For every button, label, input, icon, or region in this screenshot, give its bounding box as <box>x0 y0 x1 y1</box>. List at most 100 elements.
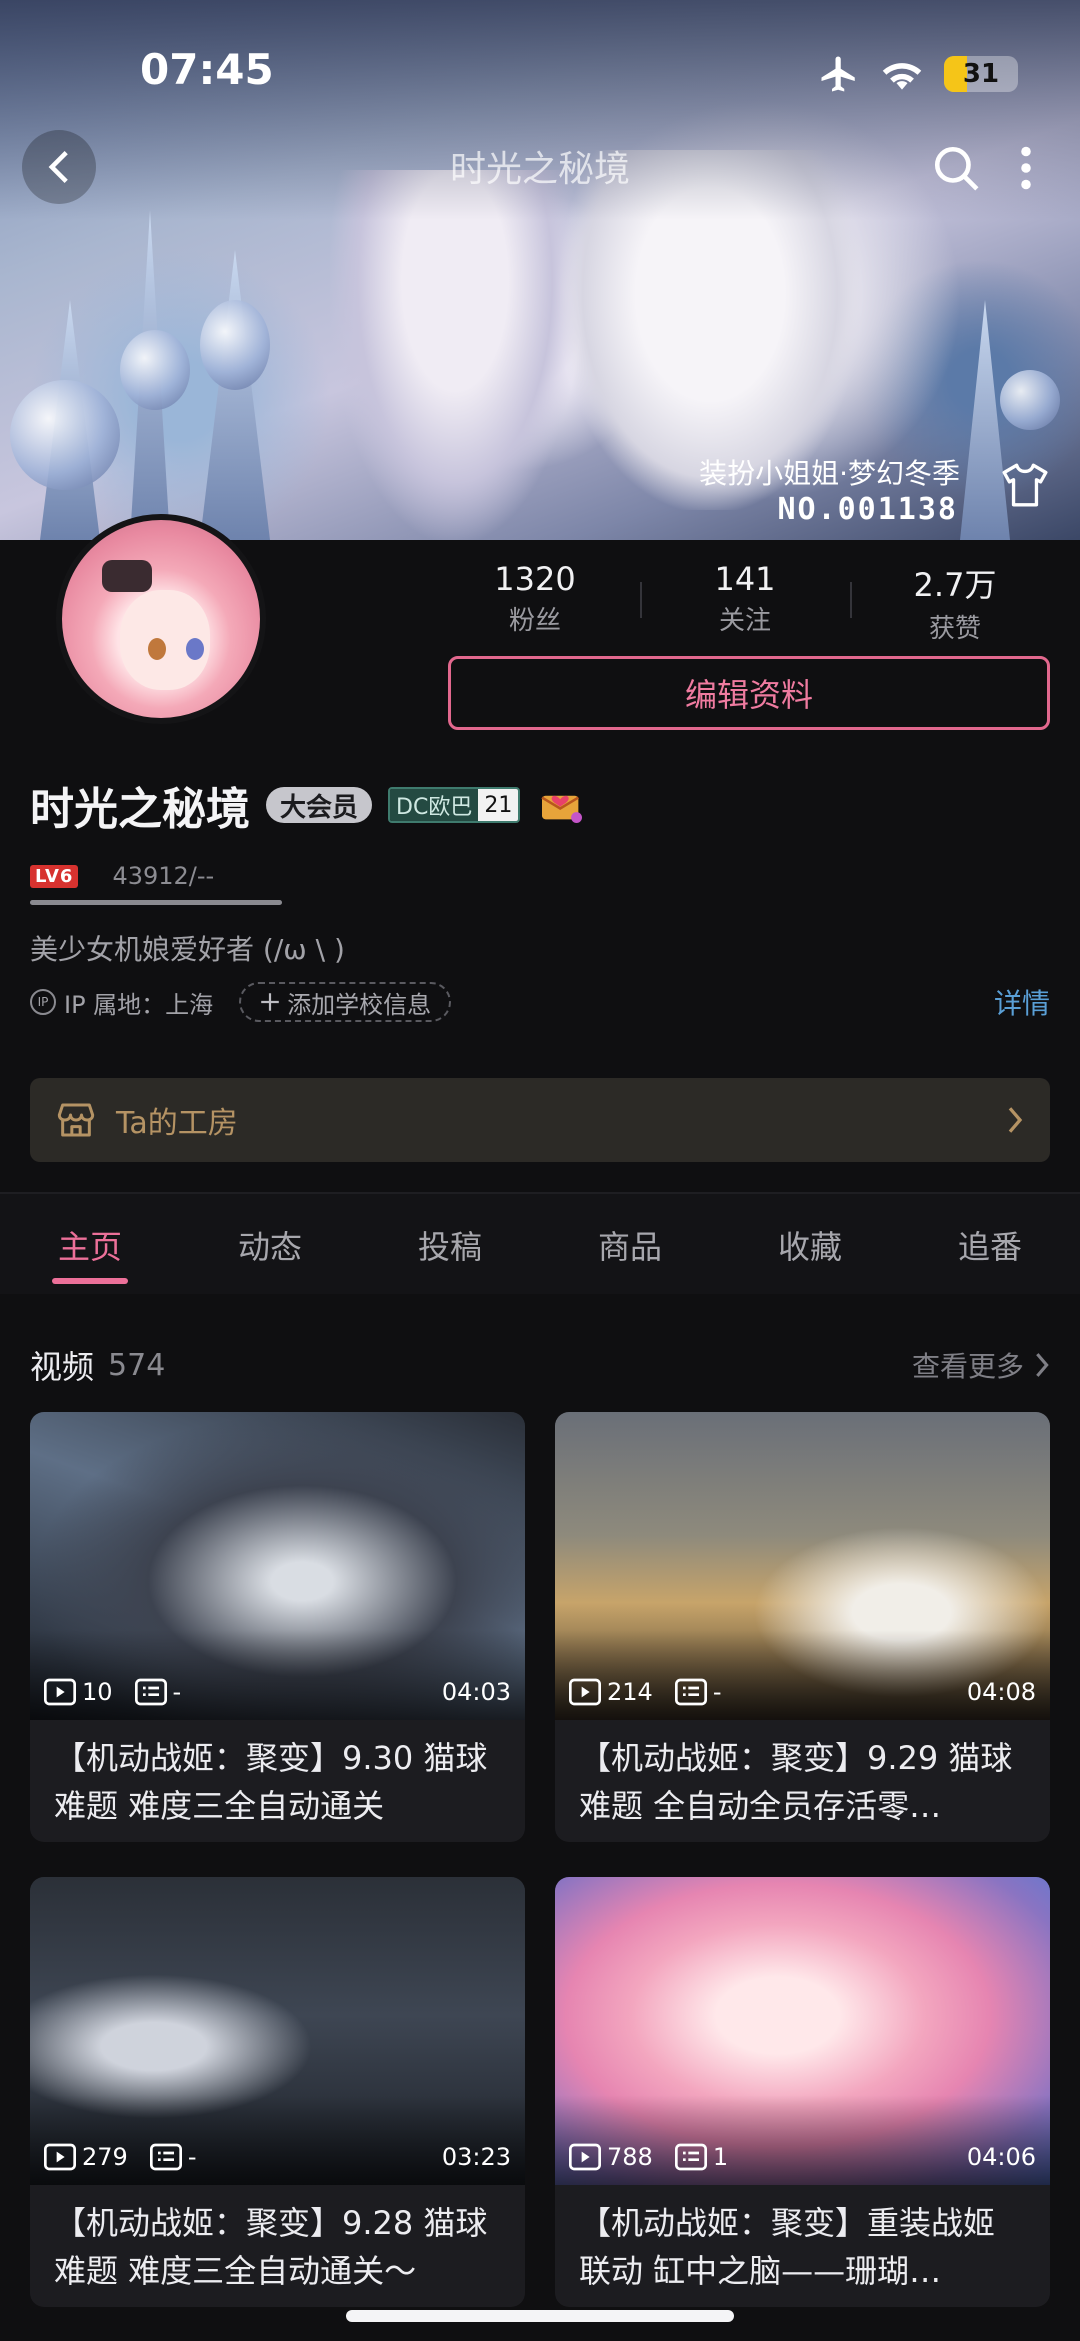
workshop-label: Ta的工房 <box>116 1106 238 1141</box>
search-icon <box>934 146 979 191</box>
video-thumbnail: 214 - 04:08 <box>555 1412 1050 1720</box>
see-more-link[interactable]: 查看更多 <box>912 1345 1050 1385</box>
more-vertical-icon <box>1021 146 1031 190</box>
top-nav: 时光之秘境 <box>0 130 1080 204</box>
play-count-icon <box>44 1678 76 1706</box>
play-count: 10 <box>82 1678 113 1706</box>
ip-icon: IP <box>30 989 56 1015</box>
chevron-right-icon <box>1036 1353 1049 1377</box>
tab-goods[interactable]: 商品 <box>540 1194 720 1294</box>
level-row: LV6 43912/-- <box>30 862 214 890</box>
more-button[interactable] <box>994 136 1058 200</box>
videos-header: 视频 574 查看更多 <box>30 1340 1050 1390</box>
play-count: 214 <box>607 1678 653 1706</box>
play-count-icon <box>44 2143 76 2171</box>
edit-profile-button[interactable]: 编辑资料 <box>448 656 1050 730</box>
level-badge: LV6 <box>30 864 79 888</box>
video-card[interactable]: 214 - 04:08 【机动战姬：聚变】9.29 猫球难题 全自动全员存活零… <box>555 1412 1050 1842</box>
profile-banner[interactable]: 07:45 31 时光之秘境 装扮小姐姐·梦幻冬季 NO.001138 <box>0 0 1080 540</box>
danmaku-icon <box>149 2143 182 2171</box>
page-title: 时光之秘境 <box>449 149 630 190</box>
wifi-icon <box>882 63 922 90</box>
banner-girl-illustration <box>330 170 580 540</box>
tab-dynamics[interactable]: 动态 <box>180 1194 360 1294</box>
profile-stats: 1320 粉丝 141 关注 2.7万 获赞 <box>430 560 1060 644</box>
decoration-button[interactable] <box>1000 462 1050 512</box>
chevron-right-icon <box>1008 1107 1023 1133</box>
decoration-number: NO.001138 <box>777 492 958 527</box>
tshirt-icon <box>1002 463 1048 507</box>
followers-label: 粉丝 <box>508 606 561 636</box>
danmaku-count: - <box>712 1678 722 1706</box>
video-title: 【机动战姬：聚变】9.28 猫球难题 难度三全自动通关～ <box>54 2204 488 2290</box>
home-indicator[interactable] <box>346 2310 734 2322</box>
experience-bar <box>30 900 282 905</box>
play-count: 788 <box>607 2143 653 2171</box>
avatar[interactable] <box>56 514 266 724</box>
video-duration: 03:23 <box>441 2143 511 2171</box>
airplane-icon <box>821 56 855 92</box>
see-more-label: 查看更多 <box>911 1350 1024 1383</box>
videos-count: 574 <box>108 1347 166 1383</box>
video-title: 【机动战姬：聚变】9.30 猫球难题 难度三全自动通关 <box>54 1739 488 1825</box>
video-thumbnail: 279 - 03:23 <box>30 1877 525 2185</box>
add-school-label: 添加学校信息 <box>287 990 432 1019</box>
gift-envelope-icon[interactable] <box>540 783 584 827</box>
status-bar: 07:45 31 <box>0 45 1080 105</box>
username: 时光之秘境 <box>30 784 250 835</box>
details-link[interactable]: 详情 <box>994 982 1050 1022</box>
workshop-entry[interactable]: Ta的工房 <box>30 1078 1050 1162</box>
likes-stat[interactable]: 2.7万 获赞 <box>850 560 1060 644</box>
ip-location: IP IP 属地：上海 <box>30 985 213 1020</box>
vip-badge[interactable]: 大会员 <box>266 787 373 823</box>
add-school-button[interactable]: 添加学校信息 <box>239 982 452 1022</box>
video-title: 【机动战姬：聚变】重装战姬联动 缸中之脑——珊瑚… <box>579 2204 996 2290</box>
status-time: 07:45 <box>140 45 274 94</box>
video-duration: 04:08 <box>966 1678 1036 1706</box>
video-title: 【机动战姬：聚变】9.29 猫球难题 全自动全员存活零… <box>579 1739 1013 1825</box>
battery-icon: 31 <box>944 56 1018 92</box>
video-card[interactable]: 279 - 03:23 【机动战姬：聚变】9.28 猫球难题 难度三全自动通关～ <box>30 1877 525 2307</box>
user-bio: 美少女机娘爱好者 (/ω \ ) <box>30 933 345 966</box>
profile-tabs: 主页 动态 投稿 商品 收藏 追番 <box>0 1194 1080 1294</box>
play-count: 279 <box>82 2143 128 2171</box>
following-label: 关注 <box>718 606 771 636</box>
shop-icon <box>57 1103 95 1137</box>
video-card[interactable]: 10 - 04:03 【机动战姬：聚变】9.30 猫球难题 难度三全自动通关 <box>30 1412 525 1842</box>
video-card[interactable]: 788 1 04:06 【机动战姬：聚变】重装战姬联动 缸中之脑——珊瑚… <box>555 1877 1050 2307</box>
experience-text: 43912/-- <box>112 862 215 890</box>
battery-level: 31 <box>962 59 1000 89</box>
video-duration: 04:03 <box>441 1678 511 1706</box>
followers-count: 1320 <box>494 560 576 598</box>
videos-title: 视频 <box>30 1348 95 1386</box>
following-count: 141 <box>714 560 776 598</box>
play-count-icon <box>569 2143 601 2171</box>
tab-submissions[interactable]: 投稿 <box>360 1194 540 1294</box>
following-stat[interactable]: 141 关注 <box>640 560 850 640</box>
danmaku-icon <box>674 1678 707 1706</box>
play-count-icon <box>569 1678 601 1706</box>
danmaku-icon <box>134 1678 167 1706</box>
info-row: IP IP 属地：上海 添加学校信息 详情 <box>30 980 1050 1024</box>
decoration-name: 装扮小姐姐·梦幻冬季 <box>699 457 960 490</box>
followers-stat[interactable]: 1320 粉丝 <box>430 560 640 640</box>
danmaku-count: 1 <box>712 2143 729 2171</box>
video-thumbnail: 10 - 04:03 <box>30 1412 525 1720</box>
fan-medal-level: 21 <box>478 789 519 821</box>
ip-location-text: IP 属地：上海 <box>64 990 214 1019</box>
plus-icon <box>261 993 279 1011</box>
likes-label: 获赞 <box>928 614 981 644</box>
danmaku-count: - <box>172 1678 182 1706</box>
tab-home[interactable]: 主页 <box>0 1194 180 1294</box>
tab-favorites[interactable]: 收藏 <box>720 1194 900 1294</box>
danmaku-icon <box>674 2143 707 2171</box>
video-duration: 04:06 <box>966 2143 1036 2171</box>
video-thumbnail: 788 1 04:06 <box>555 1877 1050 2185</box>
tab-anime[interactable]: 追番 <box>900 1194 1080 1294</box>
danmaku-count: - <box>187 2143 197 2171</box>
fan-medal-name: DC欧巴 <box>390 789 479 821</box>
fan-medal-badge[interactable]: DC欧巴 21 <box>388 787 521 823</box>
likes-count: 2.7万 <box>913 566 997 604</box>
username-row: 时光之秘境 大会员 DC欧巴 21 <box>30 780 584 835</box>
search-button[interactable] <box>924 136 988 200</box>
